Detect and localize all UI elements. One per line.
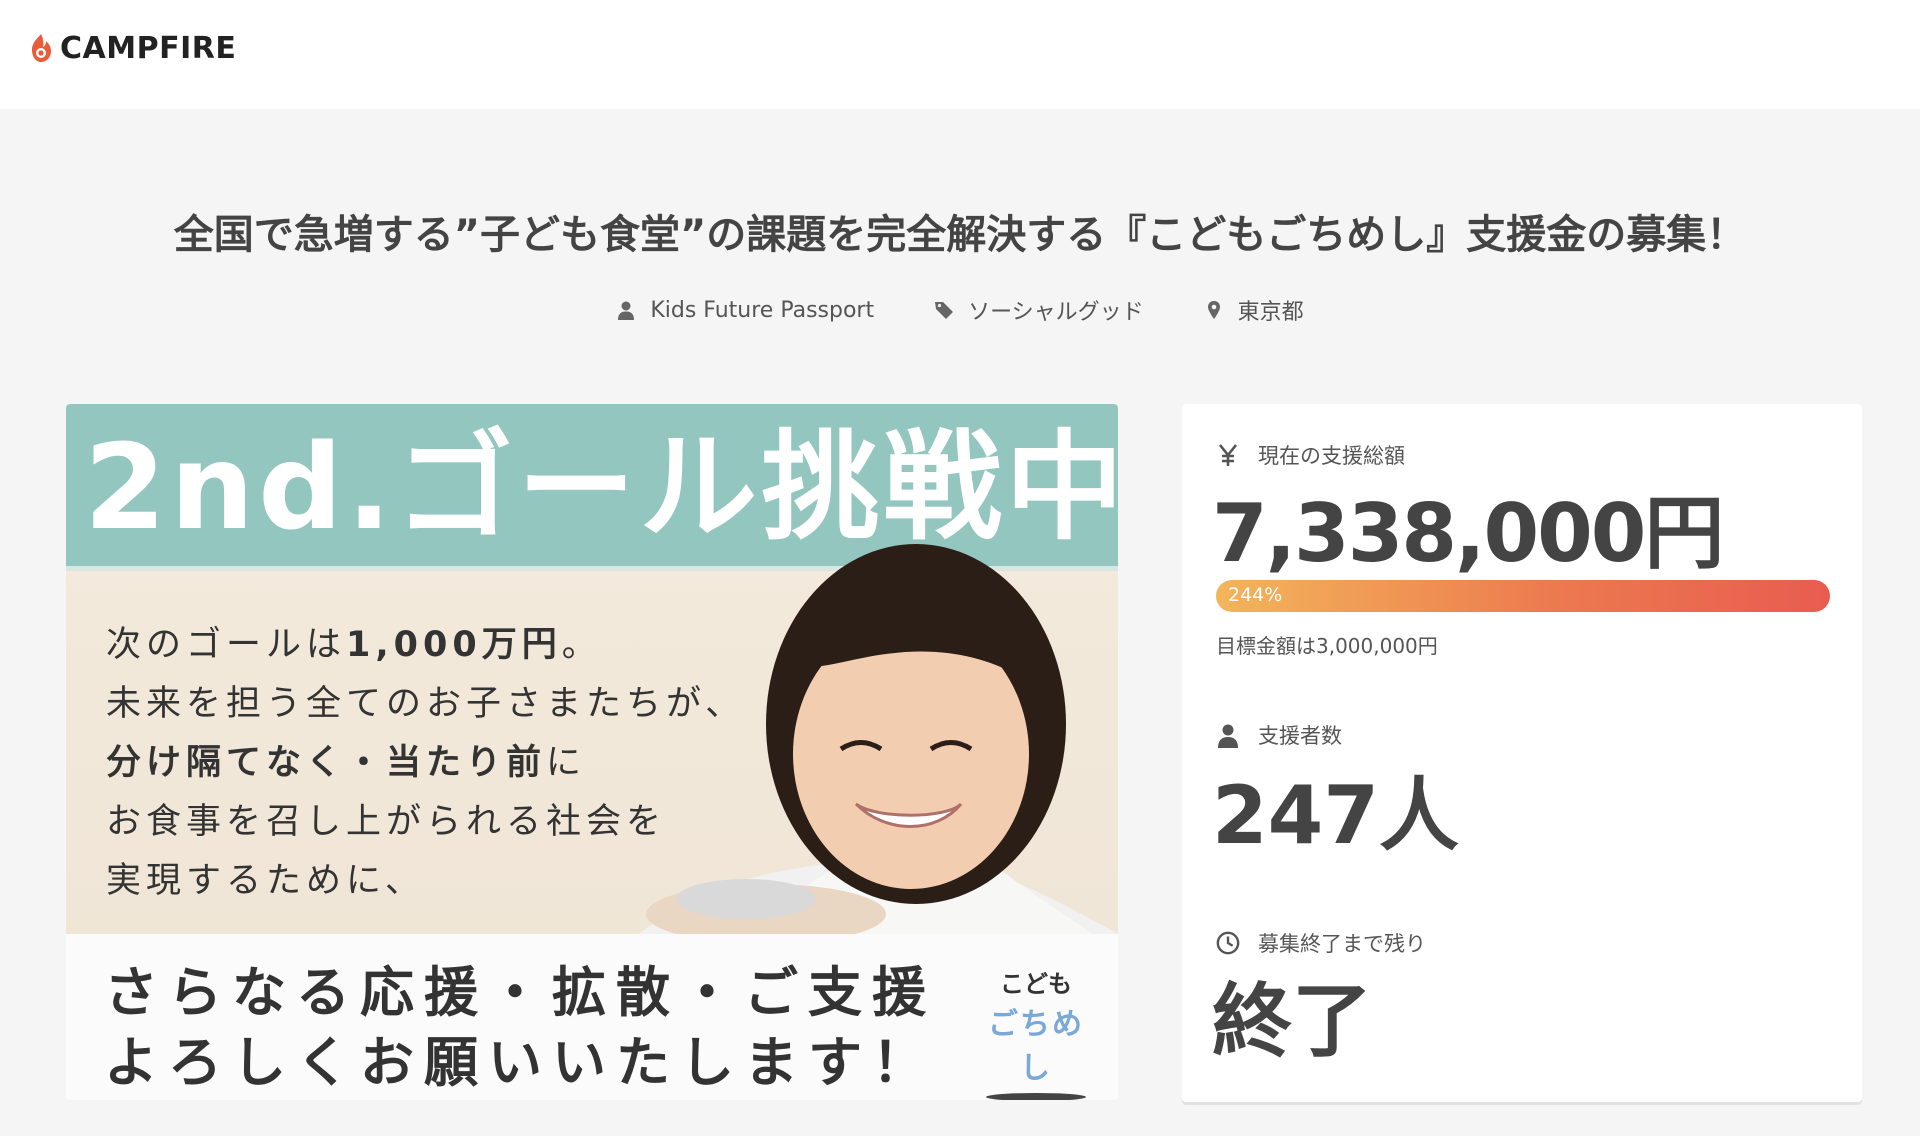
owner-link[interactable]: Kids Future Passport xyxy=(616,298,874,323)
hero-bottom-text: さらなる応援・拡散・ご支援 よろしくお願いいたします！ xyxy=(104,958,936,1098)
progress-percent: 244% xyxy=(1228,584,1283,606)
user-icon xyxy=(618,301,635,320)
hero-line-5: 実現するために、 xyxy=(106,861,425,901)
category-name: ソーシャルグッド xyxy=(968,300,1144,325)
clock-icon xyxy=(1216,931,1240,955)
logo-line-2: ごちめし xyxy=(988,1007,1084,1086)
funding-stats-panel: 現在の支援総額 7,338,000円 244% 目標金額は3,000,000円 … xyxy=(1182,404,1862,1102)
goal-amount: 目標金額は3,000,000円 xyxy=(1216,634,1438,658)
hero-line-2: 未来を担う全てのお子さまたちが、 xyxy=(106,684,746,724)
hero-bottom-line-2: よろしくお願いいたします！ xyxy=(104,1031,936,1094)
remaining-time: 終了 xyxy=(1212,975,1372,1068)
kodomo-gochimeshi-logo: こども ごちめし xyxy=(976,964,1096,1100)
hero-body-text: 次のゴールは1,000万円。 未来を担う全てのお子さまたちが、 分け隔てなく・当… xyxy=(106,616,746,911)
hero-bottom-line-1: さらなる応援・拡散・ご支援 xyxy=(104,961,936,1024)
backers-count: 247人 xyxy=(1212,769,1459,862)
funding-progress-bar: 244% xyxy=(1216,580,1830,612)
location-name: 東京都 xyxy=(1237,300,1304,325)
total-amount: 7,338,000円 xyxy=(1212,487,1724,580)
hero-line-3: 分け隔てなく・当たり前に xyxy=(106,743,587,783)
logo-text: CAMPFIRE xyxy=(60,30,237,66)
project-meta: Kids Future Passport ソーシャルグッド 東京都 xyxy=(0,292,1920,328)
location-link[interactable]: 東京都 xyxy=(1204,294,1304,326)
project-hero-image: 2nd.ゴール挑戦中！ 次のゴールは1,000万円。 未来を担う全てのお子さまた… xyxy=(66,404,1118,1100)
map-pin-icon xyxy=(1207,301,1220,319)
backers-label: 支援者数 xyxy=(1216,720,1342,750)
tag-icon xyxy=(935,302,954,319)
user-icon xyxy=(1218,724,1238,748)
owner-name: Kids Future Passport xyxy=(650,297,875,323)
hero-line-1: 次のゴールは1,000万円。 xyxy=(106,625,602,665)
plate-icon xyxy=(986,1093,1086,1100)
flame-icon xyxy=(32,34,51,62)
hero-bottom-band: さらなる応援・拡散・ご支援 よろしくお願いいたします！ こども ごちめし xyxy=(66,934,1118,1100)
remaining-label: 募集終了まで残り xyxy=(1216,928,1426,958)
project-title: 全国で急増する”子ども食堂”の課題を完全解決する『こどもごちめし』支援金の募集！ xyxy=(173,212,1747,258)
yen-icon xyxy=(1218,444,1238,466)
amount-label: 現在の支援総額 xyxy=(1216,440,1405,470)
logo-line-1: こども xyxy=(1000,970,1072,998)
site-header: CAMPFIRE xyxy=(0,0,1920,109)
hero-line-4: お食事を召し上がられる社会を xyxy=(106,802,667,842)
campfire-logo[interactable]: CAMPFIRE xyxy=(28,28,236,68)
category-link[interactable]: ソーシャルグッド xyxy=(934,294,1144,326)
